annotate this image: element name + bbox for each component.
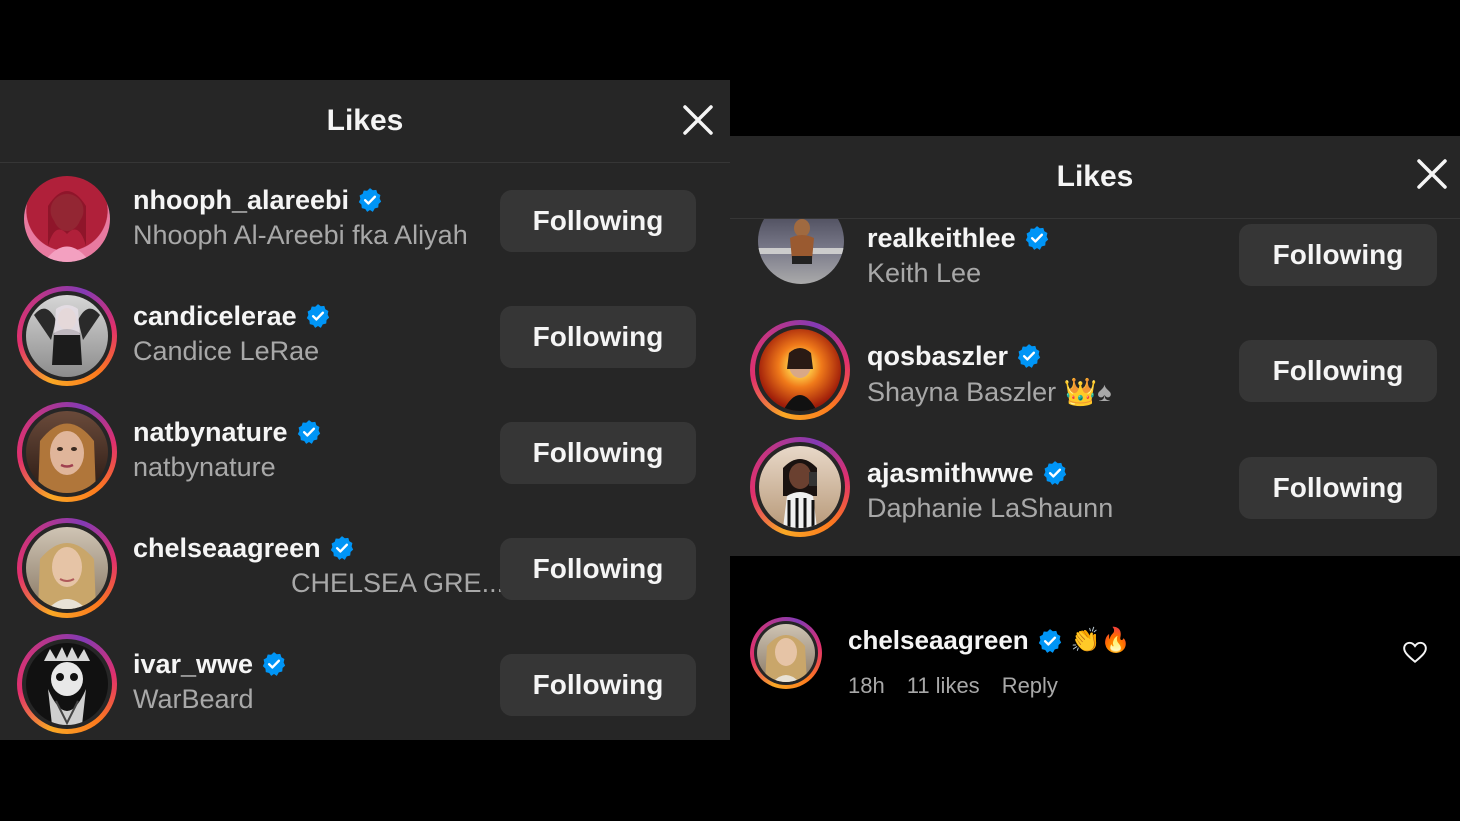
list-item: natbynature natbynature Following [0, 400, 730, 516]
full-name: Daphanie LaShaunn [867, 493, 1114, 523]
avatar[interactable] [750, 617, 822, 689]
dialog-title: Likes [1056, 160, 1134, 193]
username[interactable]: nhooph_alareebi [133, 185, 349, 216]
likes-dialog-right: Likes realkeithlee Keith Lee Following q… [730, 136, 1460, 556]
verified-badge-icon [261, 651, 287, 677]
list-item: candicelerae Candice LeRae Following [0, 284, 730, 400]
full-name: Candice LeRae [133, 336, 320, 366]
avatar[interactable] [16, 176, 116, 276]
list-item: nhooph_alareebi Nhooph Al-Areebi fka Ali… [0, 168, 730, 284]
following-button[interactable]: Following [500, 654, 696, 716]
verified-badge-icon [1037, 628, 1063, 654]
avatar[interactable] [17, 402, 117, 502]
dialog-title: Likes [326, 104, 404, 137]
comment-likes-count[interactable]: 11 likes [907, 673, 980, 699]
verified-badge-icon [296, 419, 322, 445]
following-button[interactable]: Following [1239, 340, 1437, 402]
username[interactable]: ivar_wwe [133, 649, 253, 680]
username[interactable]: realkeithlee [867, 223, 1016, 254]
full-name: Shayna Baszler 👑♠ [867, 377, 1112, 407]
close-icon[interactable] [680, 102, 716, 138]
following-button[interactable]: Following [500, 306, 696, 368]
full-name: WarBeard [133, 684, 254, 714]
avatar[interactable] [17, 286, 117, 386]
following-button[interactable]: Following [500, 538, 696, 600]
avatar[interactable] [750, 320, 850, 420]
full-name: Keith Lee [867, 258, 982, 288]
verified-badge-icon [357, 187, 383, 213]
username[interactable]: ajasmithwwe [867, 458, 1034, 489]
reply-button[interactable]: Reply [1002, 673, 1058, 699]
list-item: ajasmithwwe Daphanie LaShaunn Following [730, 435, 1460, 551]
comment-username[interactable]: chelseaagreen [848, 625, 1029, 656]
likes-dialog-left: Likes nhooph_alareebi Nhooph Al-Areebi f… [0, 80, 730, 740]
verified-badge-icon [1024, 225, 1050, 251]
verified-badge-icon [1016, 343, 1042, 369]
following-button[interactable]: Following [1239, 224, 1437, 286]
verified-badge-icon [329, 535, 355, 561]
username[interactable]: qosbaszler [867, 341, 1008, 372]
full-name: CHELSEA GRE... [291, 568, 505, 598]
full-name: Nhooph Al-Areebi fka Aliyah [133, 220, 468, 250]
close-icon[interactable] [1414, 156, 1450, 192]
following-button[interactable]: Following [500, 190, 696, 252]
list-item: ivar_wwe WarBeard Following [0, 632, 730, 748]
comment-text: 👏🔥 [1070, 627, 1131, 654]
username[interactable]: chelseaagreen [133, 533, 321, 564]
following-button[interactable]: Following [1239, 457, 1437, 519]
list-item: chelseaagreen CHELSEA GRE... Following [0, 516, 730, 632]
username[interactable]: candicelerae [133, 301, 297, 332]
username[interactable]: natbynature [133, 417, 288, 448]
full-name: natbynature [133, 452, 276, 482]
list-item: qosbaszler Shayna Baszler 👑♠ Following [730, 318, 1460, 434]
avatar[interactable] [17, 518, 117, 618]
avatar[interactable] [750, 437, 850, 537]
comment-time: 18h [848, 673, 885, 698]
comment: chelseaagreen 👏🔥 18h 11 likes Reply [750, 617, 1450, 717]
heart-icon[interactable] [1402, 639, 1428, 665]
dialog-header: Likes [730, 136, 1460, 219]
verified-badge-icon [305, 303, 331, 329]
verified-badge-icon [1042, 460, 1068, 486]
avatar[interactable] [17, 634, 117, 734]
dialog-header: Likes [0, 80, 730, 163]
following-button[interactable]: Following [500, 422, 696, 484]
